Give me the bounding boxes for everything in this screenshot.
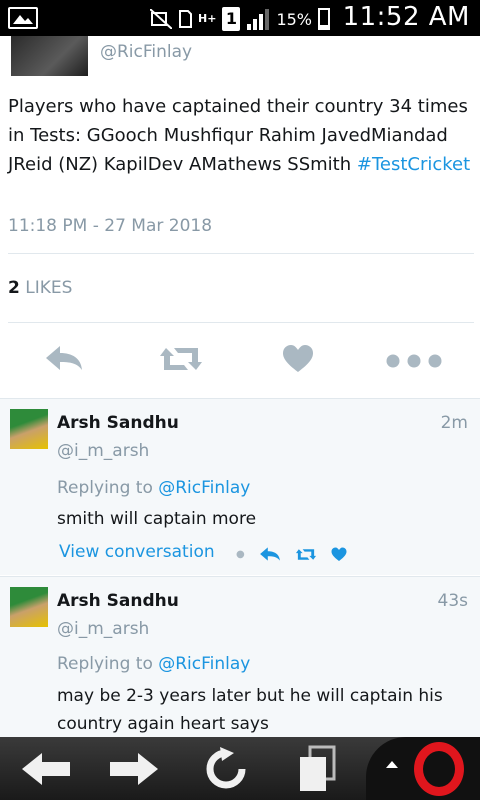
likes-label: LIKES — [25, 278, 73, 298]
likes-number: 2 — [8, 278, 20, 298]
reply-author-name[interactable]: Arsh Sandhu — [57, 413, 179, 433]
reply-text: may be 2-3 years later but he will capta… — [57, 686, 443, 734]
mute-icon — [150, 9, 172, 29]
tweet-action-bar — [0, 330, 480, 390]
reply-time: 2m — [440, 413, 468, 433]
reply-tweet[interactable]: Arsh Sandhu 2m @i_m_arsh Replying to @Ri… — [0, 399, 480, 575]
retweet-icon[interactable] — [158, 344, 204, 374]
author-handle[interactable]: @RicFinlay — [100, 42, 192, 62]
back-arrow-icon[interactable] — [16, 745, 76, 793]
more-icon[interactable] — [386, 354, 442, 368]
reply-text: smith will captain more — [57, 509, 257, 529]
status-bar: H+ 1 15% 11:52 AM — [0, 0, 480, 36]
browser-nav-bar — [0, 737, 480, 800]
tabs-icon[interactable] — [288, 745, 348, 793]
reply-tweet[interactable]: Arsh Sandhu 43s @i_m_arsh Replying to @R… — [0, 577, 480, 737]
reply-icon[interactable] — [259, 546, 281, 562]
chevron-up-icon — [386, 761, 398, 768]
avatar[interactable] — [10, 587, 48, 627]
divider — [8, 322, 474, 323]
reply-time: 43s — [437, 591, 469, 611]
reply-author-name[interactable]: Arsh Sandhu — [57, 591, 179, 611]
sim-indicator: 1 — [222, 7, 241, 31]
battery-percent: 15% — [276, 9, 312, 29]
gallery-notification-icon — [8, 7, 38, 29]
battery-icon — [318, 8, 330, 30]
like-icon[interactable] — [331, 547, 347, 562]
tweet-text: Players who have captained their country… — [8, 92, 474, 179]
divider — [8, 253, 474, 254]
reply-mini-actions: ● — [236, 546, 347, 562]
replying-to-prefix: Replying to — [57, 478, 159, 498]
reply-author-handle[interactable]: @i_m_arsh — [57, 441, 149, 461]
forward-arrow-icon[interactable] — [104, 745, 164, 793]
reply-author-handle[interactable]: @i_m_arsh — [57, 619, 149, 639]
like-icon[interactable] — [282, 344, 314, 374]
author-avatar[interactable] — [11, 36, 88, 76]
opera-menu-button[interactable] — [366, 737, 480, 800]
signal-icon — [247, 9, 270, 30]
hashtag-link[interactable]: #TestCricket — [357, 154, 470, 175]
mention-link[interactable]: @RicFinlay — [158, 478, 250, 498]
clock: 11:52 AM — [342, 2, 470, 32]
mention-link[interactable]: @RicFinlay — [158, 654, 250, 674]
opera-icon — [414, 742, 464, 796]
likes-count[interactable]: 2 LIKES — [8, 278, 72, 298]
tweet-timestamp: 11:18 PM - 27 Mar 2018 — [8, 216, 213, 236]
view-conversation-link[interactable]: View conversation — [59, 542, 215, 562]
dot-separator: ● — [236, 548, 245, 560]
reload-icon[interactable] — [196, 745, 256, 793]
no-sim-icon — [179, 10, 192, 28]
replying-to: Replying to @RicFinlay — [57, 654, 250, 674]
network-type: H+ — [198, 12, 217, 25]
retweet-icon[interactable] — [295, 547, 317, 562]
avatar[interactable] — [10, 409, 48, 449]
reply-icon[interactable] — [44, 344, 84, 372]
replying-to: Replying to @RicFinlay — [57, 478, 250, 498]
replying-to-prefix: Replying to — [57, 654, 159, 674]
status-icons: H+ 1 15% — [150, 6, 330, 32]
